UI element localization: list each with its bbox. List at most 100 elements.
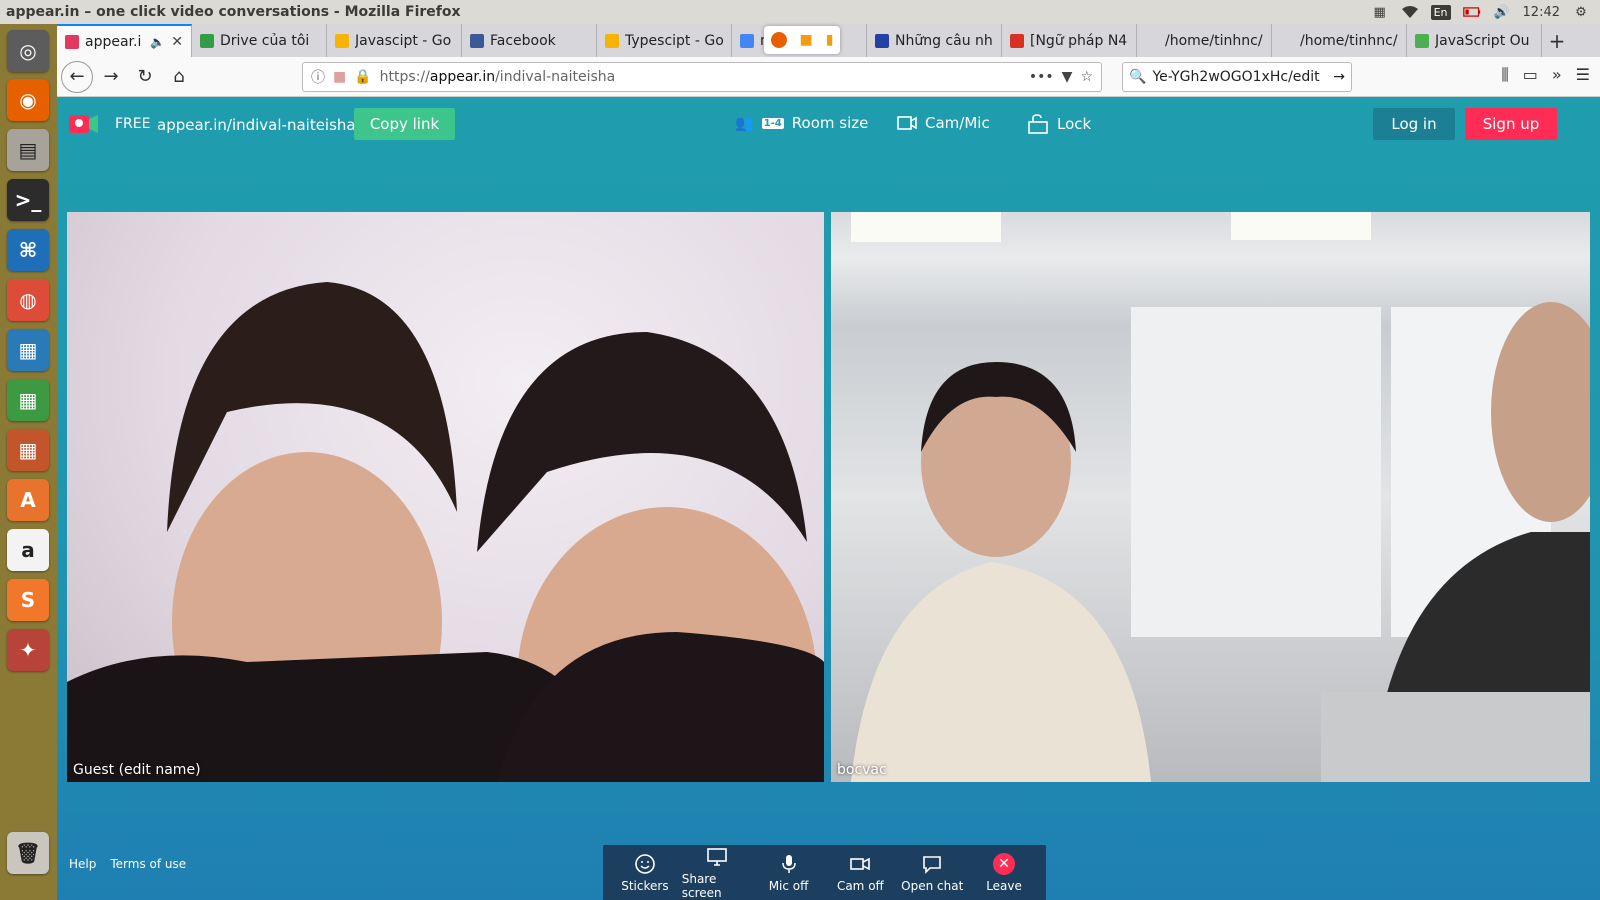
monitor-icon xyxy=(706,847,727,866)
url-bar[interactable]: ⓘ ■ 🔒 https://appear.in/indival-naiteish… xyxy=(302,62,1102,92)
files-icon[interactable]: ▤ xyxy=(7,129,49,171)
toolbar-right: ⫼ ▭ » ☰ xyxy=(1501,65,1590,85)
back-button[interactable]: ← xyxy=(61,60,93,93)
tab-close-icon[interactable]: ✕ xyxy=(171,34,183,50)
log-in-button[interactable]: Log in xyxy=(1373,108,1455,140)
power-gear-icon[interactable]: ⚙ xyxy=(1572,4,1590,20)
software-center-icon[interactable]: A xyxy=(7,479,49,521)
workspaces-icon[interactable]: ▦ xyxy=(1371,4,1389,20)
lock-icon[interactable]: 🔒 xyxy=(354,69,371,85)
video-tile-remote: bocvac xyxy=(831,212,1590,782)
share-screen-button[interactable]: Share screen xyxy=(682,846,752,900)
people-icon: 👥 xyxy=(735,114,754,132)
cam-off-button[interactable]: Cam off xyxy=(825,853,895,893)
clock[interactable]: 12:42 xyxy=(1523,5,1560,20)
hamburger-menu-icon[interactable]: ☰ xyxy=(1576,65,1590,85)
writer-icon[interactable]: ▦ xyxy=(7,329,49,371)
leave-label: Leave xyxy=(986,878,1022,893)
cam-mic-button[interactable]: Cam/Mic xyxy=(897,114,990,132)
browser-tab[interactable]: Những câu nh xyxy=(867,24,1002,57)
sign-up-button[interactable]: Sign up xyxy=(1465,108,1557,140)
tab-favicon-icon xyxy=(65,34,79,49)
keyboard-layout-indicator[interactable]: En xyxy=(1430,4,1451,20)
browser-tab[interactable]: Facebook xyxy=(462,24,597,57)
browser-tab[interactable]: Drive của tôi xyxy=(192,24,327,57)
tab-favicon-icon xyxy=(875,33,889,48)
appear-in-logo[interactable] xyxy=(69,113,99,135)
new-tab-button[interactable]: + xyxy=(1542,24,1572,57)
forward-button[interactable]: → xyxy=(95,61,127,93)
tab-audio-icon[interactable]: 🔈 xyxy=(150,35,165,49)
tab-label: Facebook xyxy=(490,32,556,49)
browser-tab[interactable]: JavaScript Ou xyxy=(1407,24,1542,57)
app-header: FREE appear.in/indival-naiteisha Copy li… xyxy=(57,97,1600,153)
trash-icon[interactable]: 🗑 xyxy=(7,832,49,874)
go-arrow-icon[interactable]: → xyxy=(1333,69,1345,85)
overflow-chevron-icon[interactable]: » xyxy=(1552,65,1562,85)
video-feed-local xyxy=(67,282,824,782)
room-url: appear.in/indival-naiteisha xyxy=(157,116,356,134)
search-input[interactable]: Ye-YGh2wOGO1xHc/edit xyxy=(1152,69,1327,85)
browser-tab[interactable]: /home/tinhnc/D xyxy=(1272,24,1407,57)
tab-favicon-icon xyxy=(335,33,349,48)
video-tile-local[interactable]: Guest (edit name) xyxy=(67,212,824,782)
lock-button[interactable]: Lock xyxy=(1027,114,1091,134)
firefox-icon[interactable]: ◉ xyxy=(7,79,49,121)
reload-button[interactable]: ↻ xyxy=(129,61,161,93)
leave-button[interactable]: ✕ Leave xyxy=(969,852,1039,893)
ubuntu-dash-icon[interactable]: ◎ xyxy=(7,30,49,72)
settings-icon[interactable]: ✦ xyxy=(7,629,49,671)
search-bar[interactable]: 🔍 Ye-YGh2wOGO1xHc/edit → xyxy=(1122,62,1352,92)
stickers-button[interactable]: Stickers xyxy=(610,853,680,893)
participant-name-local[interactable]: Guest (edit name) xyxy=(73,762,201,778)
tab-favicon-icon xyxy=(1415,33,1429,48)
home-button[interactable]: ⌂ xyxy=(163,61,195,93)
library-icon[interactable]: ⫼ xyxy=(1501,65,1508,85)
amazon-icon[interactable]: a xyxy=(7,529,49,571)
tab-label: [Ngữ pháp N4 xyxy=(1030,32,1128,49)
tab-label: Những câu nh xyxy=(895,32,993,49)
open-chat-button[interactable]: Open chat xyxy=(897,853,967,893)
battery-icon[interactable] xyxy=(1462,4,1481,20)
video-feed-remote xyxy=(851,212,1590,782)
cam-off-label: Cam off xyxy=(836,878,884,893)
search-icon: 🔍 xyxy=(1129,69,1147,85)
copy-link-button[interactable]: Copy link xyxy=(354,108,455,140)
pocket-icon[interactable]: ▼ xyxy=(1062,69,1073,85)
calc-icon[interactable]: ▦ xyxy=(7,379,49,421)
browser-tab[interactable]: Javascipt - Go xyxy=(327,24,462,57)
url-text[interactable]: https://appear.in/indival-naiteisha xyxy=(380,69,1021,85)
participant-name-remote: bocvac xyxy=(837,762,887,778)
smiley-icon xyxy=(635,853,655,874)
vscode-icon[interactable]: ⌘ xyxy=(7,229,49,271)
sublime-icon[interactable]: S xyxy=(7,579,49,621)
wifi-icon[interactable] xyxy=(1401,4,1419,20)
terms-link[interactable]: Terms of use xyxy=(110,857,186,871)
volume-icon[interactable]: 🔊 xyxy=(1493,4,1511,20)
terminal-icon[interactable]: >_ xyxy=(7,179,49,221)
browser-tab[interactable]: [Ngữ pháp N4 xyxy=(1002,24,1137,57)
tab-label: Drive của tôi xyxy=(220,32,310,49)
tab-label: /home/tinhnc/D xyxy=(1300,32,1398,49)
page-actions-icon[interactable]: ••• xyxy=(1029,69,1054,85)
video-camera-icon xyxy=(850,857,871,870)
browser-tab[interactable]: Typescipt - Go xyxy=(597,24,732,57)
browser-tab[interactable]: /home/tinhnc/D xyxy=(1137,24,1272,57)
help-link[interactable]: Help xyxy=(69,857,96,871)
browser-tab[interactable]: appear.i 🔈 ✕ xyxy=(57,24,192,57)
ubuntu-launcher: ◎ ◉ ▤ >_ ⌘ ◍ ▦ ▦ ▦ Aa S ✦ 🗑 xyxy=(0,24,57,900)
sharing-indicator[interactable]: ■ ▮ xyxy=(764,26,840,54)
chrome-icon[interactable]: ◍ xyxy=(7,279,49,321)
camera-sharing-icon: ■ xyxy=(799,32,813,48)
microphone-sharing-icon: ▮ xyxy=(825,32,834,48)
info-icon[interactable]: ⓘ xyxy=(311,67,325,87)
mic-off-button[interactable]: Mic off xyxy=(754,853,824,893)
tab-label: JavaScript Ou xyxy=(1435,32,1530,49)
room-size-button[interactable]: 👥 1-4 Room size xyxy=(735,114,868,132)
camera-permission-icon[interactable]: ■ xyxy=(333,69,346,85)
sidebar-icon[interactable]: ▭ xyxy=(1523,65,1538,85)
system-tray: ▦ En 🔊 12:42 ⚙ xyxy=(1371,4,1600,20)
impress-icon[interactable]: ▦ xyxy=(7,429,49,471)
bookmark-star-icon[interactable]: ☆ xyxy=(1080,69,1093,85)
mic-off-label: Mic off xyxy=(768,878,809,893)
